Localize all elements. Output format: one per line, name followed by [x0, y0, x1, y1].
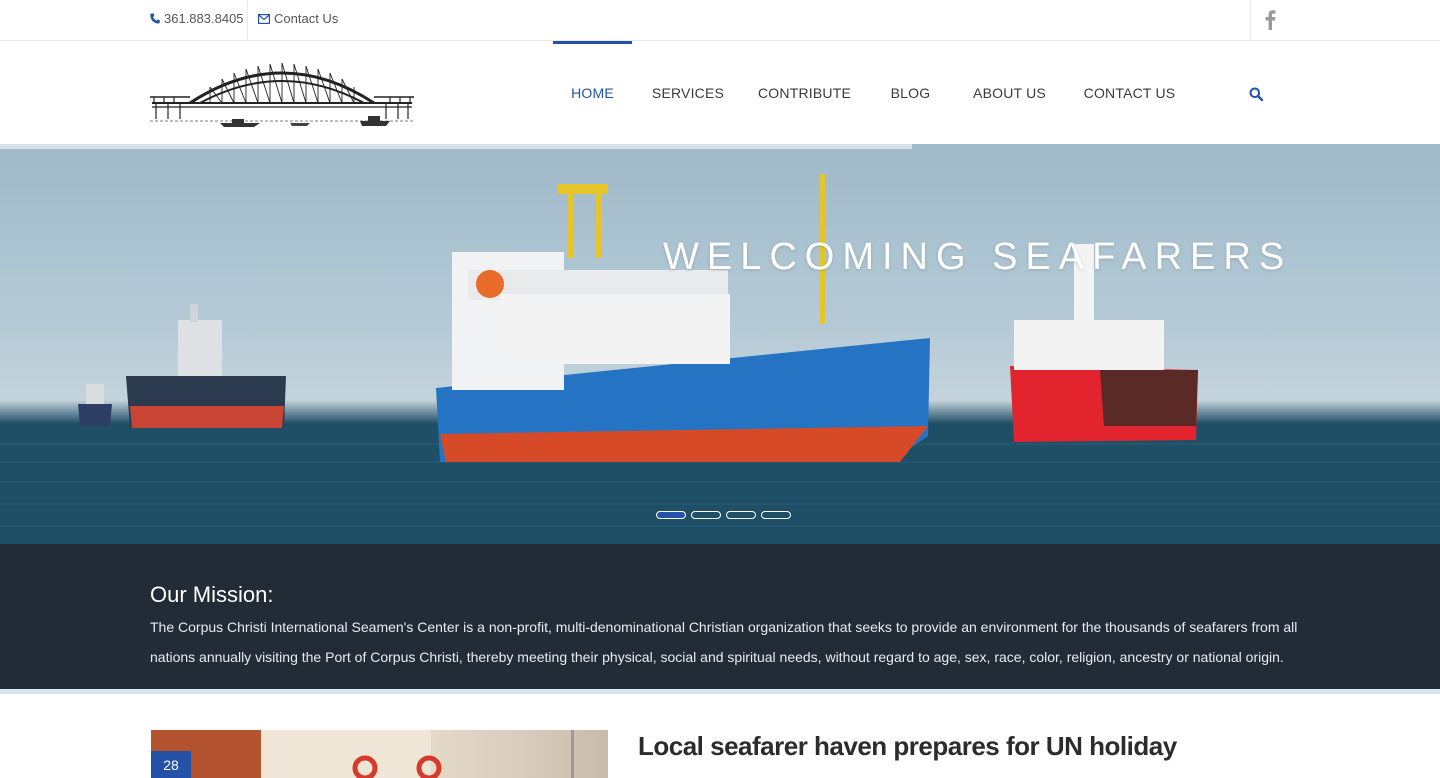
phone-number: 361.883.8405	[164, 11, 244, 26]
nav-services[interactable]: SERVICES	[632, 41, 744, 144]
nav-home-label: HOME	[571, 84, 614, 101]
divider	[247, 0, 248, 41]
hero-slider[interactable]: WELCOMING SEAFARERS	[0, 144, 1440, 544]
nav-home[interactable]: HOME	[553, 41, 632, 144]
slide-dot-2[interactable]	[691, 511, 721, 519]
nav-services-label: SERVICES	[651, 84, 725, 101]
contact-label: Contact Us	[274, 11, 339, 26]
nav-about-us[interactable]: ABOUT US	[956, 41, 1063, 144]
envelope-icon	[258, 13, 270, 24]
facebook-icon[interactable]	[1262, 8, 1278, 30]
post-thumbnail-photo	[151, 730, 574, 778]
post-date-badge: 28	[151, 751, 191, 778]
contact-link[interactable]: Contact Us	[258, 11, 338, 26]
slide-dot-4[interactable]	[761, 511, 791, 519]
nav-contact-us[interactable]: CONTACT US	[1063, 41, 1196, 144]
slide-dot-1[interactable]	[656, 511, 686, 519]
top-utility-bar: 361.883.8405 Contact Us	[0, 0, 1440, 41]
nav-contribute[interactable]: CONTRIBUTE	[744, 41, 865, 144]
mission-text: The Corpus Christi International Seamen'…	[150, 619, 1298, 665]
nav-contribute-label: CONTRIBUTE	[758, 84, 851, 101]
main-nav: HOME SERVICES CONTRIBUTE BLOG ABOUT US C…	[553, 41, 1196, 144]
phone-link[interactable]: 361.883.8405	[150, 11, 244, 26]
divider	[1250, 0, 1251, 41]
mission-heading: Our Mission:	[150, 582, 274, 607]
post-title[interactable]: Local seafarer haven prepares for UN hol…	[638, 731, 1177, 762]
slide-progress-bar	[0, 144, 912, 149]
mission-section: Our Mission: The Corpus Christi Internat…	[0, 544, 1440, 694]
slide-dot-3[interactable]	[726, 511, 756, 519]
nav-blog[interactable]: BLOG	[865, 41, 956, 144]
nav-about-us-label: ABOUT US	[973, 84, 1046, 101]
hero-title: WELCOMING SEAFARERS	[663, 236, 1293, 278]
post-thumbnail[interactable]	[151, 730, 608, 778]
ships-photo	[0, 174, 1440, 544]
site-header: HOME SERVICES CONTRIBUTE BLOG ABOUT US C…	[0, 41, 1440, 144]
nav-blog-label: BLOG	[890, 84, 931, 101]
slider-pagination	[656, 511, 791, 519]
search-icon[interactable]	[1249, 87, 1263, 101]
phone-icon	[150, 13, 160, 24]
nav-contact-us-label: CONTACT US	[1083, 84, 1176, 101]
bridge-logo[interactable]	[150, 57, 414, 129]
